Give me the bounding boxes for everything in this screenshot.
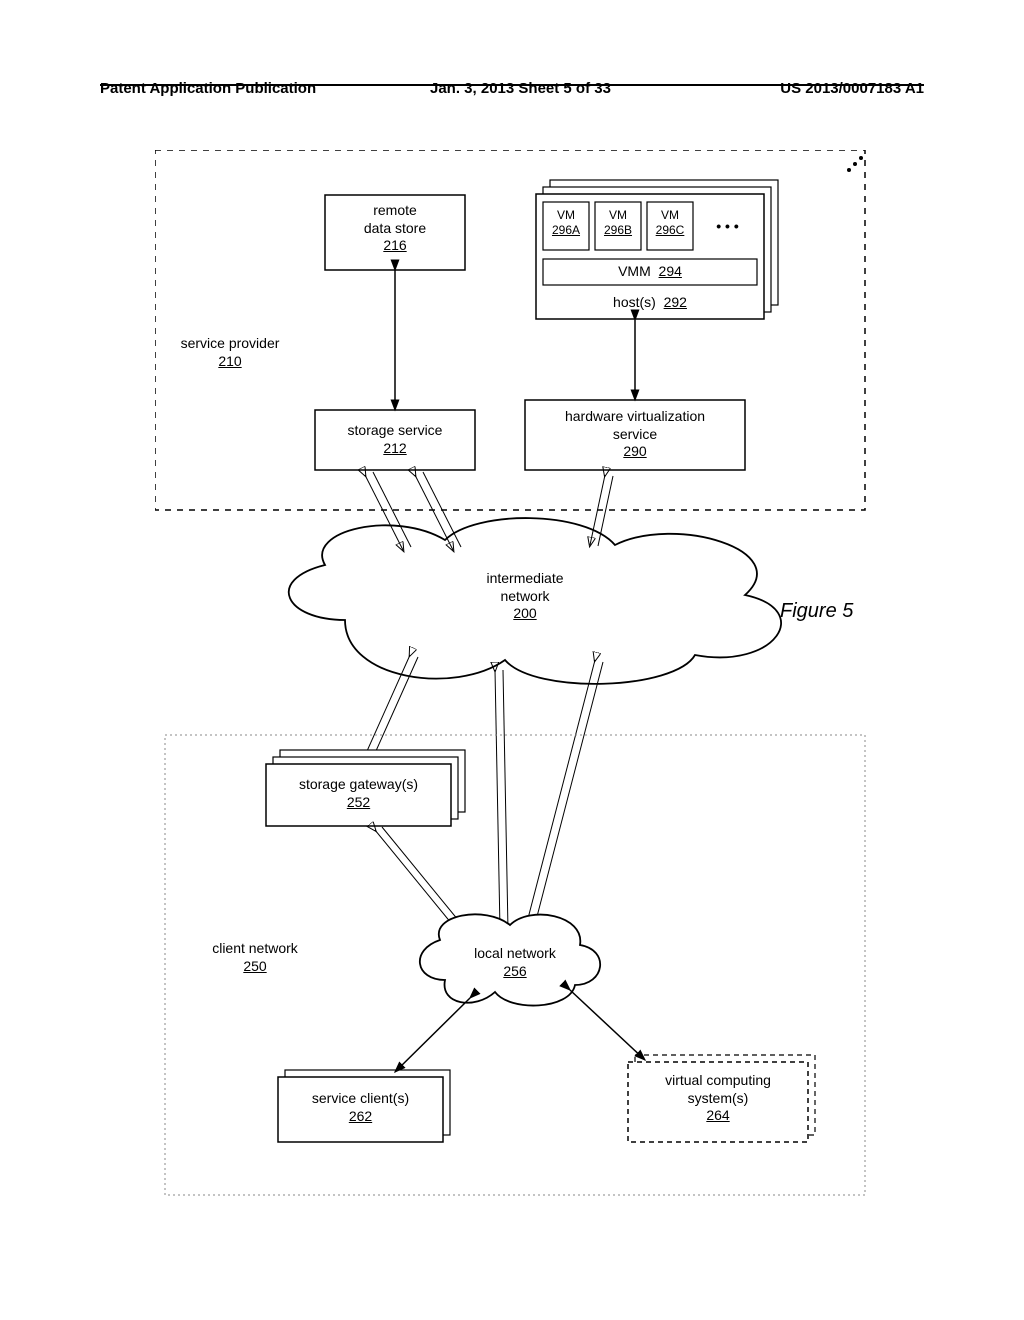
vmm-box: VMM 294 [543, 263, 757, 281]
storage-gateways-box: storage gateway(s) 252 [266, 776, 451, 811]
service-clients-box: service client(s) 262 [278, 1090, 443, 1125]
hw-virt-service-box: hardware virtualization service 290 [525, 408, 745, 461]
page-header: Patent Application Publication Jan. 3, 2… [100, 80, 924, 86]
vm-c-box: VM296C [647, 208, 693, 238]
vm-ellipsis: • • • [700, 218, 755, 236]
service-provider-label: service provider 210 [165, 335, 295, 370]
vm-b-box: VM296B [595, 208, 641, 238]
intermediate-network-cloud: intermediate network 200 [435, 570, 615, 623]
header-left: Patent Application Publication [100, 80, 316, 97]
remote-data-store-box: remote data store 216 [325, 202, 465, 255]
figure-label: Figure 5 [780, 600, 853, 623]
storage-service-box: storage service 212 [315, 422, 475, 457]
header-center: Jan. 3, 2013 Sheet 5 of 33 [430, 80, 611, 97]
local-network-cloud: local network 256 [450, 945, 580, 980]
diagram-figure: service provider 210 remote data store 2… [155, 150, 875, 1200]
header-right: US 2013/0007183 A1 [780, 80, 924, 97]
virtual-computing-systems-box: virtual computing system(s) 264 [628, 1072, 808, 1125]
hosts-box: host(s) 292 [536, 294, 764, 312]
vm-a-box: VM296A [543, 208, 589, 238]
client-network-label: client network 250 [185, 940, 325, 975]
